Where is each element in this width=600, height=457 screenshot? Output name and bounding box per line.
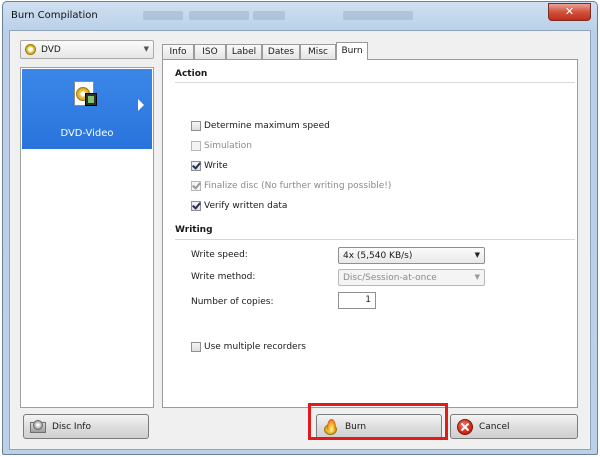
write-speed-label: Write speed: <box>191 250 248 260</box>
chevron-down-icon: ▼ <box>474 251 480 259</box>
cancel-icon <box>457 419 473 435</box>
dvd-video-icon <box>72 81 98 107</box>
cancel-label: Cancel <box>479 422 510 432</box>
simulation-checkbox[interactable]: Simulation <box>191 140 252 152</box>
copies-input[interactable]: 1 <box>338 292 376 309</box>
checkbox-label: Verify written data <box>204 201 288 211</box>
project-type-list: DVD-Video <box>20 67 154 408</box>
checkbox-box <box>191 161 201 171</box>
tab-burn[interactable]: Burn <box>336 42 368 60</box>
checkbox-box <box>191 201 201 211</box>
write-method-label: Write method: <box>191 272 256 282</box>
checkbox-label: Write <box>204 161 228 171</box>
checkbox-box <box>191 181 201 191</box>
recorder-select[interactable]: DVD ▼ <box>20 40 154 59</box>
writing-heading: Writing <box>175 225 213 235</box>
chevron-right-icon <box>138 99 144 111</box>
disc-drive-icon <box>30 419 46 435</box>
close-icon: ✕ <box>564 5 575 18</box>
burn-tab-panel: Action Determine maximum speed Simulatio… <box>162 59 578 408</box>
write-method-value: Disc/Session-at-once <box>343 273 437 283</box>
checkbox-label: Use multiple recorders <box>204 342 306 352</box>
project-item-label: DVD-Video <box>60 128 114 139</box>
burn-compilation-window: Burn Compilation ✕ DVD ▼ DVD-Video Info <box>2 1 598 455</box>
tab-iso[interactable]: ISO <box>194 44 226 59</box>
dialog-body: DVD ▼ DVD-Video Info ISO Label Dates Mis… <box>9 30 591 450</box>
recorder-select-value: DVD <box>41 45 61 55</box>
background-blur <box>189 11 249 20</box>
tab-dates[interactable]: Dates <box>262 44 300 59</box>
divider <box>175 82 575 83</box>
window-title: Burn Compilation <box>11 10 98 21</box>
chevron-down-icon: ▼ <box>474 273 480 281</box>
checkbox-box <box>191 141 201 151</box>
copies-label: Number of copies: <box>191 297 274 307</box>
write-speed-value: 4x (5,540 KB/s) <box>343 251 413 261</box>
disc-info-label: Disc Info <box>52 422 91 432</box>
burn-button-highlight <box>308 403 448 440</box>
write-checkbox[interactable]: Write <box>191 160 228 172</box>
checkbox-label: Determine maximum speed <box>204 121 330 131</box>
checkbox-label: Simulation <box>204 141 252 151</box>
checkbox-label: Finalize disc (No further writing possib… <box>204 181 392 191</box>
action-heading: Action <box>175 69 208 79</box>
determine-max-speed-checkbox[interactable]: Determine maximum speed <box>191 120 330 132</box>
write-method-select[interactable]: Disc/Session-at-once ▼ <box>338 269 485 286</box>
use-multiple-recorders-checkbox[interactable]: Use multiple recorders <box>191 341 306 353</box>
close-button[interactable]: ✕ <box>548 3 591 21</box>
verify-written-data-checkbox[interactable]: Verify written data <box>191 200 287 212</box>
checkbox-box <box>191 342 201 352</box>
cancel-button[interactable]: Cancel <box>450 414 578 439</box>
background-blur <box>253 11 285 20</box>
disc-icon <box>25 44 36 55</box>
tab-label[interactable]: Label <box>226 44 262 59</box>
chevron-down-icon: ▼ <box>143 45 149 53</box>
background-blur <box>143 11 183 20</box>
disc-info-button[interactable]: Disc Info <box>23 414 149 439</box>
tab-info[interactable]: Info <box>162 44 194 59</box>
write-speed-select[interactable]: 4x (5,540 KB/s) ▼ <box>338 247 485 264</box>
checkbox-box <box>191 121 201 131</box>
background-blur <box>343 11 413 20</box>
title-bar[interactable]: Burn Compilation ✕ <box>3 2 597 30</box>
project-item-dvd-video[interactable]: DVD-Video <box>22 69 152 149</box>
tab-misc[interactable]: Misc <box>300 44 336 59</box>
finalize-disc-checkbox[interactable]: Finalize disc (No further writing possib… <box>191 180 391 192</box>
divider <box>175 239 575 240</box>
